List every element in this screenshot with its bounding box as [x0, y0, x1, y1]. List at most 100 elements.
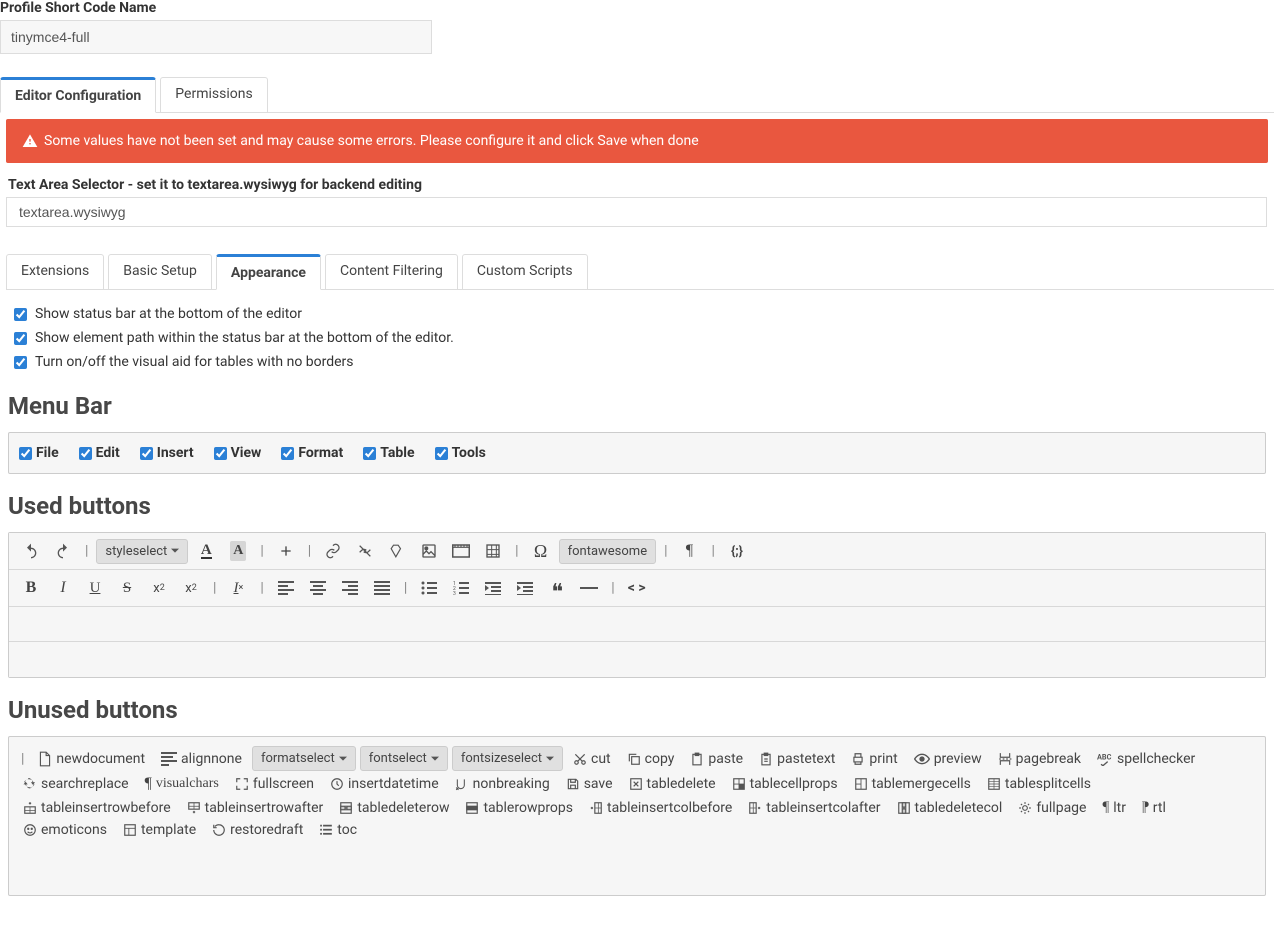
- unused-searchreplace[interactable]: searchreplace: [23, 776, 129, 792]
- redo-button[interactable]: [49, 537, 77, 565]
- alignleft-button[interactable]: [272, 574, 300, 602]
- removeformat-button[interactable]: I×: [224, 574, 252, 602]
- chk-menu-insert[interactable]: [140, 447, 153, 460]
- unused-fullscreen[interactable]: fullscreen: [235, 776, 314, 792]
- unused-copy[interactable]: copy: [627, 751, 675, 767]
- chk-status-bar[interactable]: [14, 308, 27, 321]
- tab-content-filtering[interactable]: Content Filtering: [325, 254, 458, 290]
- numlist-button[interactable]: 123: [447, 574, 475, 602]
- tab-appearance[interactable]: Appearance: [216, 254, 321, 290]
- unused-newdocument[interactable]: newdocument: [38, 751, 145, 767]
- unused-tableinsertcolbefore[interactable]: tableinsertcolbefore: [589, 800, 732, 816]
- media-button[interactable]: [447, 537, 475, 565]
- unused-preview[interactable]: preview: [914, 751, 982, 767]
- bullist-button[interactable]: [415, 574, 443, 602]
- menubar-options: File Edit Insert View Format Table Tools: [8, 432, 1266, 474]
- unused-spellchecker[interactable]: ABCspellchecker: [1097, 751, 1195, 767]
- lbl-menu-file: File: [36, 445, 59, 461]
- toolbar-row-4[interactable]: [9, 642, 1265, 677]
- codesample-button[interactable]: {;}: [723, 537, 751, 565]
- unused-tableinsertrowafter[interactable]: tableinsertrowafter: [187, 800, 324, 816]
- unused-tablerowprops[interactable]: tablerowprops: [465, 800, 573, 816]
- code-button[interactable]: < >: [623, 574, 651, 602]
- visualblocks-button[interactable]: ¶: [676, 537, 704, 565]
- styleselect-dropdown[interactable]: styleselect: [96, 539, 188, 564]
- indent-button[interactable]: [511, 574, 539, 602]
- unused-tabledeleterow[interactable]: tabledeleterow: [339, 800, 449, 816]
- blockquote-button[interactable]: ❝: [543, 574, 571, 602]
- unused-tableinsertrowbefore[interactable]: tableinsertrowbefore: [23, 800, 171, 816]
- tab-extensions[interactable]: Extensions: [6, 254, 104, 290]
- unused-rtl[interactable]: ¶rtl: [1142, 799, 1166, 816]
- tab-custom-scripts[interactable]: Custom Scripts: [462, 254, 588, 290]
- chk-menu-view[interactable]: [214, 447, 227, 460]
- unused-fullpage[interactable]: fullpage: [1018, 800, 1086, 816]
- chk-menu-tools[interactable]: [435, 447, 448, 460]
- unused-paste[interactable]: paste: [690, 751, 743, 767]
- plus-button[interactable]: [272, 537, 300, 565]
- fontawesome-label: fontawesome: [568, 544, 648, 559]
- toolbar-row-1: | styleselect A A | | | Ω fontawesome | …: [9, 533, 1265, 570]
- unused-tablecellprops[interactable]: tablecellprops: [732, 776, 838, 792]
- separator: |: [260, 580, 263, 596]
- outdent-button[interactable]: [479, 574, 507, 602]
- unused-emoticons[interactable]: emoticons: [23, 822, 107, 838]
- unused-tableinsertcolafter[interactable]: tableinsertcolafter: [748, 800, 880, 816]
- unused-save[interactable]: save: [566, 776, 613, 792]
- tab-editor-configuration[interactable]: Editor Configuration: [0, 77, 156, 113]
- aligncenter-button[interactable]: [304, 574, 332, 602]
- unused-fontsizeselect[interactable]: fontsizeselect: [452, 746, 563, 771]
- table-button[interactable]: [479, 537, 507, 565]
- unused-tablesplitcells[interactable]: tablesplitcells: [987, 776, 1091, 792]
- chk-menu-table[interactable]: [363, 447, 376, 460]
- separator: |: [611, 580, 614, 596]
- unused-template[interactable]: template: [123, 822, 196, 838]
- unused-toc[interactable]: toc: [319, 822, 357, 838]
- unused-alignnone[interactable]: alignnone: [161, 751, 242, 767]
- unused-pagebreak[interactable]: pagebreak: [998, 751, 1081, 767]
- superscript-button[interactable]: x2: [177, 574, 205, 602]
- italic-button[interactable]: I: [49, 574, 77, 602]
- toolbar-row-3[interactable]: [9, 607, 1265, 642]
- unlink-button[interactable]: [351, 537, 379, 565]
- chk-menu-format[interactable]: [281, 447, 294, 460]
- separator[interactable]: |: [21, 751, 24, 767]
- undo-button[interactable]: [17, 537, 45, 565]
- unused-visualchars[interactable]: ¶visualchars: [145, 775, 219, 793]
- profile-shortcode-input[interactable]: [0, 20, 432, 54]
- backcolor-button[interactable]: A: [224, 537, 252, 565]
- unused-tabledelete[interactable]: tabledelete: [629, 776, 716, 792]
- hr-button[interactable]: [575, 574, 603, 602]
- tab-permissions[interactable]: Permissions: [160, 77, 267, 113]
- unused-tabledeletecol[interactable]: tabledeletecol: [897, 800, 1003, 816]
- chk-element-path[interactable]: [14, 332, 27, 345]
- heading-used-buttons: Used buttons: [8, 492, 1274, 520]
- alignjustify-button[interactable]: [368, 574, 396, 602]
- unused-restoredraft[interactable]: restoredraft: [212, 822, 303, 838]
- chk-menu-edit[interactable]: [79, 447, 92, 460]
- unused-fontselect[interactable]: fontselect: [360, 746, 448, 771]
- unused-cut[interactable]: cut: [573, 751, 611, 767]
- fontawesome-button[interactable]: fontawesome: [559, 539, 657, 564]
- strikethrough-button[interactable]: S: [113, 574, 141, 602]
- forecolor-button[interactable]: A: [192, 537, 220, 565]
- unused-nonbreaking[interactable]: nonbreaking: [455, 776, 550, 792]
- unused-ltr[interactable]: ¶ltr: [1102, 799, 1126, 816]
- alignright-button[interactable]: [336, 574, 364, 602]
- bold-button[interactable]: B: [17, 574, 45, 602]
- textarea-selector-input[interactable]: [6, 197, 1267, 227]
- charmap-button[interactable]: Ω: [527, 537, 555, 565]
- unused-tablemergecells[interactable]: tablemergecells: [854, 776, 971, 792]
- subscript-button[interactable]: x2: [145, 574, 173, 602]
- anchor-button[interactable]: [383, 537, 411, 565]
- unused-pastetext[interactable]: pastetext: [759, 751, 835, 767]
- unused-formatselect[interactable]: formatselect: [252, 746, 356, 771]
- underline-button[interactable]: U: [81, 574, 109, 602]
- unused-insertdatetime[interactable]: insertdatetime: [330, 776, 439, 792]
- unused-print[interactable]: print: [851, 751, 897, 767]
- tab-basic-setup[interactable]: Basic Setup: [108, 254, 212, 290]
- image-button[interactable]: [415, 537, 443, 565]
- link-button[interactable]: [319, 537, 347, 565]
- chk-visual-aid[interactable]: [14, 356, 27, 369]
- chk-menu-file[interactable]: [19, 447, 32, 460]
